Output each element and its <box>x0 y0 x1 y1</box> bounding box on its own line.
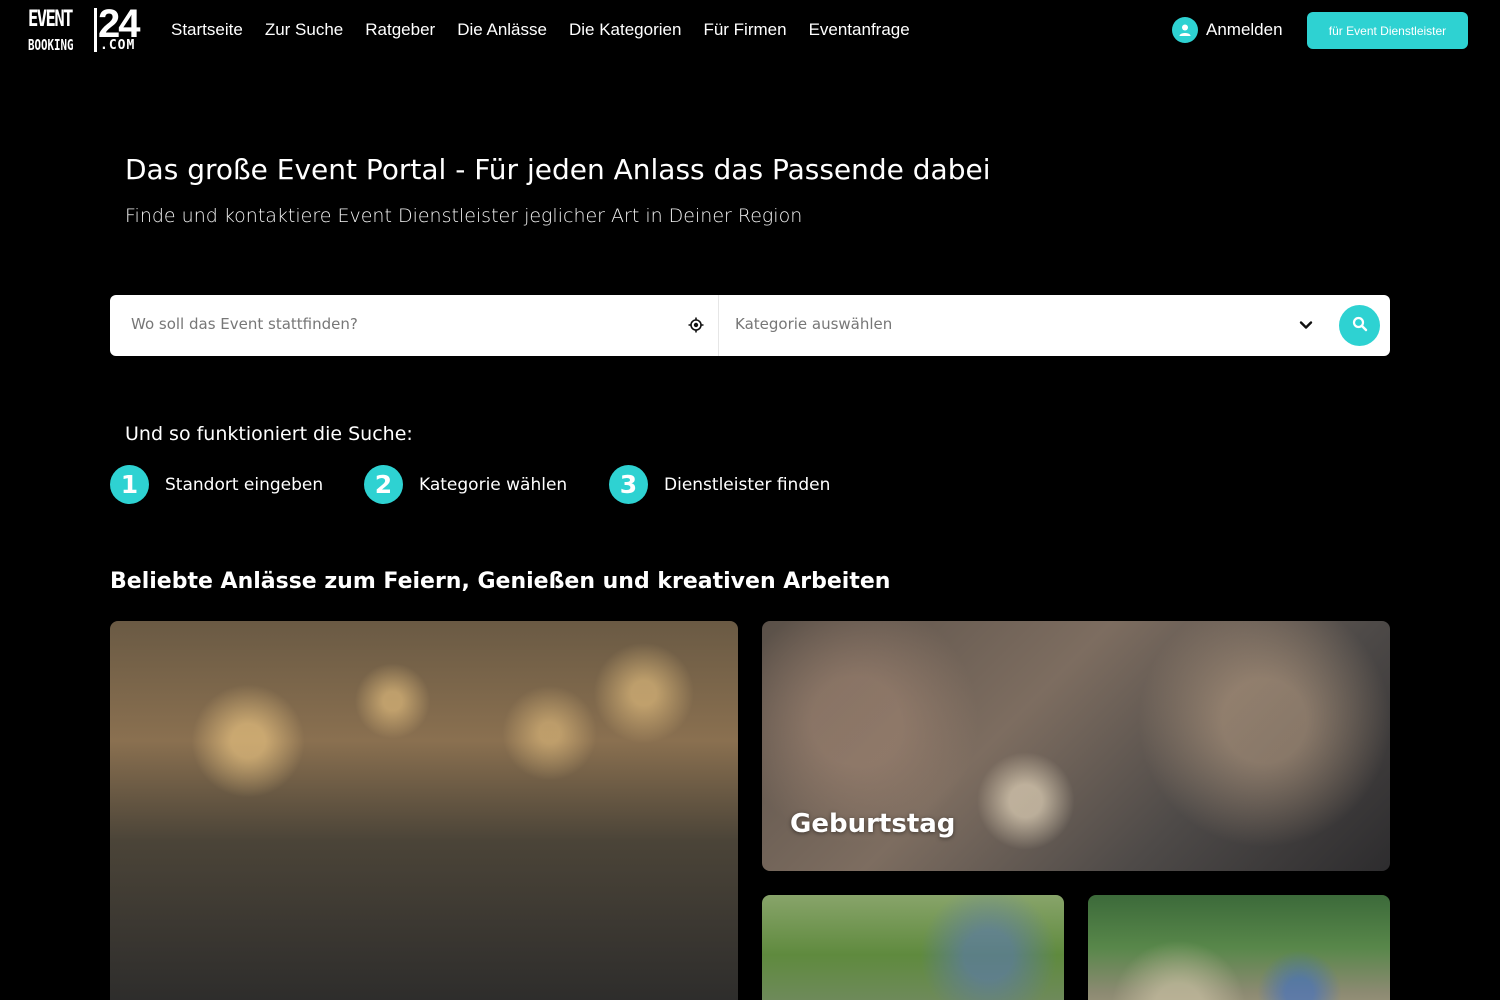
user-icon <box>1172 17 1198 43</box>
step-label: Dienstleister finden <box>664 474 831 495</box>
logo-separator <box>94 8 97 52</box>
occasion-card-business[interactable] <box>762 895 1064 1000</box>
nav-item-kategorien[interactable]: Die Kategorien <box>569 19 681 41</box>
search-button[interactable] <box>1339 305 1380 346</box>
occasion-card-festival[interactable] <box>1088 895 1390 1000</box>
login-link[interactable]: Anmelden <box>1172 17 1283 43</box>
step-number: 2 <box>364 465 403 504</box>
occasion-card-label: Geburtstag <box>790 809 956 839</box>
step-1: 1 Standort eingeben <box>110 465 323 504</box>
search-icon <box>1352 316 1368 336</box>
site-header: EVENT 24 BOOKING .COM Startseite Zur Suc… <box>0 0 1500 60</box>
occasion-card-wedding[interactable] <box>110 621 738 1000</box>
nav-item-anlaesse[interactable]: Die Anlässe <box>457 19 547 41</box>
step-label: Standort eingeben <box>165 474 324 495</box>
step-label: Kategorie wählen <box>419 474 568 495</box>
occasions-title: Beliebte Anlässe zum Feiern, Genießen un… <box>110 569 891 594</box>
nav-item-startseite[interactable]: Startseite <box>171 19 243 41</box>
step-2: 2 Kategorie wählen <box>364 465 567 504</box>
nav-item-eventanfrage[interactable]: Eventanfrage <box>809 19 910 41</box>
step-number: 1 <box>110 465 149 504</box>
logo-domain-text: .COM <box>100 38 136 53</box>
chevron-down-icon[interactable] <box>1298 317 1314 333</box>
page-title: Das große Event Portal - Für jeden Anlas… <box>125 153 991 186</box>
location-placeholder: Wo soll das Event stattfinden? <box>131 315 358 333</box>
site-logo[interactable]: EVENT 24 BOOKING .COM <box>28 2 140 56</box>
nav-item-zur-suche[interactable]: Zur Suche <box>265 19 343 41</box>
main-nav: Startseite Zur Suche Ratgeber Die Anläss… <box>171 19 932 41</box>
page-subtitle: Finde und kontaktiere Event Dienstleiste… <box>125 205 803 227</box>
locate-icon[interactable] <box>688 317 704 333</box>
occasion-card-birthday[interactable]: Geburtstag <box>762 621 1390 871</box>
nav-item-fuer-firmen[interactable]: Für Firmen <box>703 19 786 41</box>
step-3: 3 Dienstleister finden <box>609 465 830 504</box>
step-number: 3 <box>609 465 648 504</box>
login-label: Anmelden <box>1206 20 1283 39</box>
nav-item-ratgeber[interactable]: Ratgeber <box>365 19 435 41</box>
location-input[interactable]: Wo soll das Event stattfinden? <box>110 295 719 356</box>
how-it-works-title: Und so funktioniert die Suche: <box>125 423 413 445</box>
search-bar: Wo soll das Event stattfinden? Kategorie… <box>110 295 1390 356</box>
category-select[interactable]: Kategorie auswählen <box>735 315 892 333</box>
provider-button[interactable]: für Event Dienstleister <box>1307 12 1468 49</box>
logo-event-text: EVENT <box>28 7 73 32</box>
logo-booking-text: BOOKING <box>28 36 74 54</box>
